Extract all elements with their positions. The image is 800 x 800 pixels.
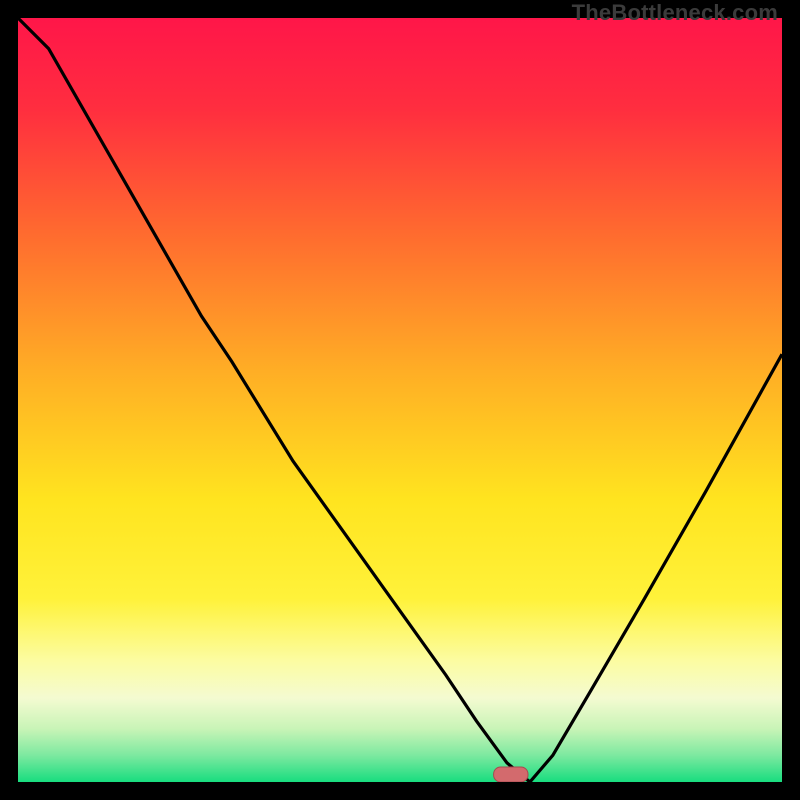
plot-area: [18, 18, 782, 782]
bottleneck-chart: [18, 18, 782, 782]
chart-frame: TheBottleneck.com: [0, 0, 800, 800]
watermark-text: TheBottleneck.com: [572, 0, 778, 26]
gradient-background: [18, 18, 782, 782]
optimal-marker: [494, 767, 528, 782]
